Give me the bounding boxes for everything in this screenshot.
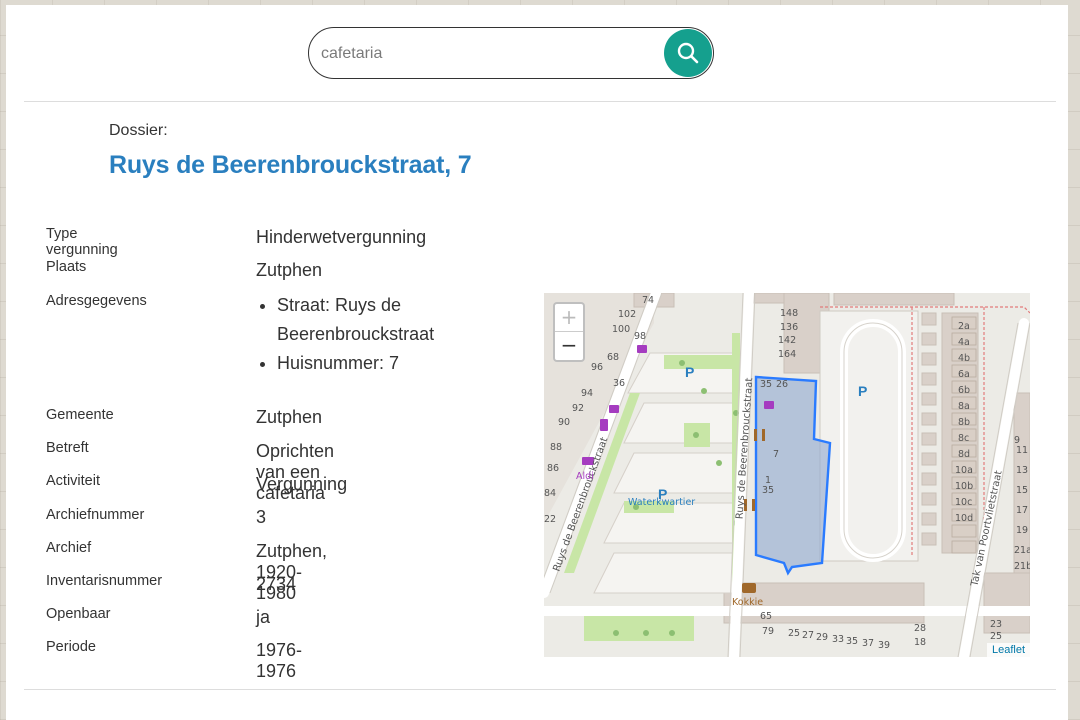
svg-text:8a: 8a [958, 401, 970, 412]
divider [24, 689, 1056, 690]
svg-text:100: 100 [612, 324, 630, 335]
svg-text:8b: 8b [958, 417, 970, 428]
svg-text:33: 33 [832, 634, 844, 645]
content-panel: Dossier: Ruys de Beerenbrouckstraat, 7 T… [6, 5, 1068, 720]
plaats-value: Zutphen [256, 260, 323, 280]
svg-text:136: 136 [780, 322, 798, 333]
svg-text:65: 65 [760, 611, 772, 622]
svg-text:35: 35 [760, 379, 772, 390]
svg-text:148: 148 [780, 308, 798, 319]
archief-label: Archief [46, 540, 92, 556]
svg-text:29: 29 [816, 632, 828, 643]
svg-text:21a: 21a [1014, 545, 1030, 556]
svg-text:10c: 10c [955, 497, 972, 508]
svg-text:23: 23 [990, 619, 1002, 630]
inventaris-value: 2734 [256, 574, 297, 594]
zoom-out-button[interactable]: − [555, 332, 583, 360]
periode-label: Periode [46, 639, 96, 655]
svg-text:35: 35 [846, 636, 858, 647]
openbaar-label: Openbaar [46, 606, 111, 622]
svg-text:10d: 10d [955, 513, 973, 524]
svg-text:26: 26 [776, 379, 788, 390]
svg-text:37: 37 [862, 638, 874, 649]
search-input[interactable] [319, 40, 653, 68]
svg-text:27: 27 [802, 630, 814, 641]
plaats-label: Plaats [46, 259, 87, 275]
svg-text:21b: 21b [1014, 561, 1030, 572]
svg-text:102: 102 [618, 309, 636, 320]
svg-text:142: 142 [778, 335, 796, 346]
svg-text:79: 79 [762, 626, 774, 637]
map-zoom-control: + − [553, 302, 585, 362]
svg-text:2a: 2a [958, 321, 970, 332]
svg-text:98: 98 [634, 331, 646, 342]
svg-text:8d: 8d [958, 449, 970, 460]
location-map[interactable]: P P P 74 102 100 98 68 96 36 94 92 90 88… [544, 293, 1030, 657]
svg-text:94: 94 [581, 388, 593, 399]
svg-text:36: 36 [613, 378, 625, 389]
map-attribution-link[interactable]: Leaflet [986, 643, 1030, 657]
dossier-label: Dossier: [109, 122, 168, 139]
poi-aldi: Aldi [576, 471, 594, 482]
svg-text:11: 11 [1016, 445, 1028, 456]
svg-text:10a: 10a [955, 465, 973, 476]
svg-text:96: 96 [591, 362, 603, 373]
svg-text:8c: 8c [958, 433, 969, 444]
svg-text:74: 74 [642, 295, 654, 306]
type-label: Type vergunning [46, 226, 118, 258]
svg-text:25: 25 [788, 628, 800, 639]
poi-kokkie: Kokkie [732, 597, 764, 608]
svg-text:25: 25 [990, 631, 1002, 642]
address-housenumber: Huisnummer: 7 [277, 349, 517, 378]
svg-text:39: 39 [878, 640, 890, 651]
svg-text:13: 13 [1016, 465, 1028, 476]
svg-text:4b: 4b [958, 353, 970, 364]
map-tiles: P P P 74102100 986896 369492 908886 8422… [544, 293, 1030, 657]
svg-text:18: 18 [914, 637, 926, 648]
svg-text:68: 68 [607, 352, 619, 363]
search-button[interactable] [664, 29, 712, 77]
svg-text:7: 7 [773, 449, 779, 460]
archiefnummer-value: 3 [256, 507, 267, 527]
svg-text:90: 90 [558, 417, 570, 428]
svg-text:86: 86 [547, 463, 559, 474]
svg-text:35: 35 [762, 485, 774, 496]
svg-text:164: 164 [778, 349, 796, 360]
archiefnummer-label: Archiefnummer [46, 507, 145, 523]
poi-waterkwartier: Waterkwartier [628, 497, 696, 508]
svg-text:9: 9 [1014, 435, 1020, 446]
svg-text:P: P [685, 364, 694, 380]
svg-text:10b: 10b [955, 481, 973, 492]
svg-text:84: 84 [544, 488, 556, 499]
svg-text:4a: 4a [958, 337, 970, 348]
gemeente-value: Zutphen [256, 407, 323, 427]
svg-text:19: 19 [1016, 525, 1028, 536]
svg-text:22: 22 [544, 514, 556, 525]
type-value: Hinderwetvergunning [256, 227, 427, 247]
adres-label: Adresgegevens [46, 293, 147, 309]
svg-text:17: 17 [1016, 505, 1028, 516]
svg-text:6b: 6b [958, 385, 970, 396]
activiteit-label: Activiteit [46, 473, 100, 489]
periode-value: 1976-1976 [256, 640, 303, 681]
svg-text:15: 15 [1016, 485, 1028, 496]
search-bar [308, 27, 714, 79]
divider [24, 101, 1056, 102]
svg-text:6a: 6a [958, 369, 970, 380]
page-title: Ruys de Beerenbrouckstraat, 7 [109, 151, 472, 179]
svg-text:P: P [858, 383, 867, 399]
address-street: Straat: Ruys de Beerenbrouckstraat [277, 291, 517, 349]
svg-text:92: 92 [572, 403, 584, 414]
svg-text:28: 28 [914, 623, 926, 634]
openbaar-value: ja [256, 607, 271, 627]
zoom-in-button[interactable]: + [555, 304, 583, 332]
betreft-label: Betreft [46, 440, 89, 456]
gemeente-label: Gemeente [46, 407, 114, 423]
address-list: Straat: Ruys de Beerenbrouckstraat Huisn… [256, 291, 517, 378]
inventaris-label: Inventarisnummer [46, 573, 163, 589]
svg-text:88: 88 [550, 442, 562, 453]
activiteit-value: Vergunning [256, 474, 348, 494]
search-icon [677, 42, 699, 64]
